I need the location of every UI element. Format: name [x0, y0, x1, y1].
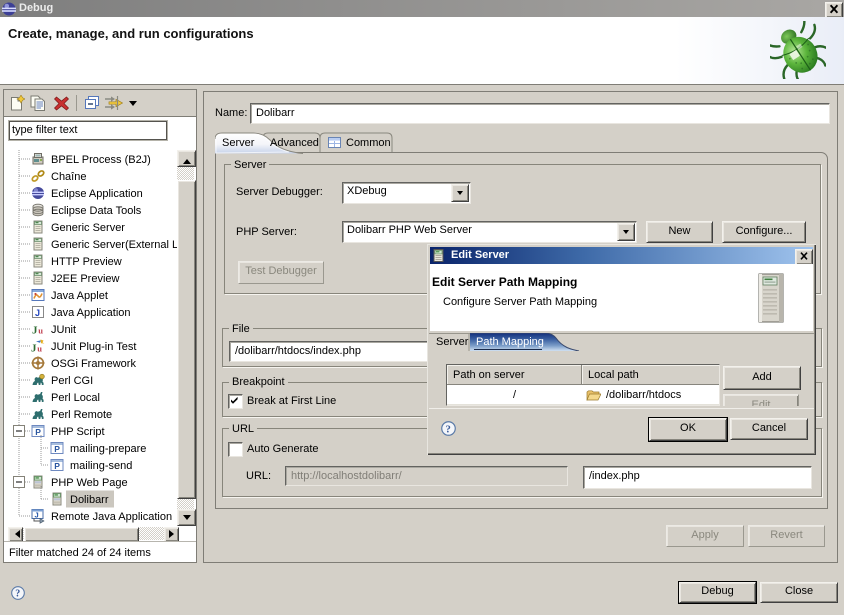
- svg-text:Generic Server: Generic Server: [51, 222, 125, 234]
- svg-text:PHP Script: PHP Script: [51, 426, 105, 438]
- svg-text:mailing-prepare: mailing-prepare: [70, 443, 146, 455]
- svg-text:J2EE Preview: J2EE Preview: [51, 273, 120, 285]
- svg-text:Perl Local: Perl Local: [51, 392, 100, 404]
- svg-text:Remote Java Application: Remote Java Application: [51, 511, 172, 523]
- svg-text:Perl CGI: Perl CGI: [51, 375, 93, 387]
- svg-text:HTTP Preview: HTTP Preview: [51, 256, 122, 268]
- svg-text:PHP Web Page: PHP Web Page: [51, 477, 128, 489]
- svg-text:Java Applet: Java Applet: [51, 290, 108, 302]
- svg-text:Generic Server(External La: Generic Server(External La: [51, 239, 177, 251]
- svg-text:Chaîne: Chaîne: [51, 171, 86, 183]
- svg-text:Java Application: Java Application: [51, 307, 131, 319]
- svg-text:?: ?: [15, 589, 20, 600]
- svg-text:Eclipse Application: Eclipse Application: [51, 188, 143, 200]
- svg-text:JUnit Plug-in Test: JUnit Plug-in Test: [51, 341, 136, 353]
- svg-text:Perl Remote: Perl Remote: [51, 409, 112, 421]
- svg-text:OSGi Framework: OSGi Framework: [51, 358, 136, 370]
- svg-text:JUnit: JUnit: [51, 324, 76, 336]
- svg-text:mailing-send: mailing-send: [70, 460, 132, 472]
- svg-text:Dolibarr: Dolibarr: [70, 494, 109, 506]
- svg-text:?: ?: [446, 423, 451, 435]
- svg-text:BPEL Process (B2J): BPEL Process (B2J): [51, 154, 151, 166]
- svg-text:Eclipse Data Tools: Eclipse Data Tools: [51, 205, 142, 217]
